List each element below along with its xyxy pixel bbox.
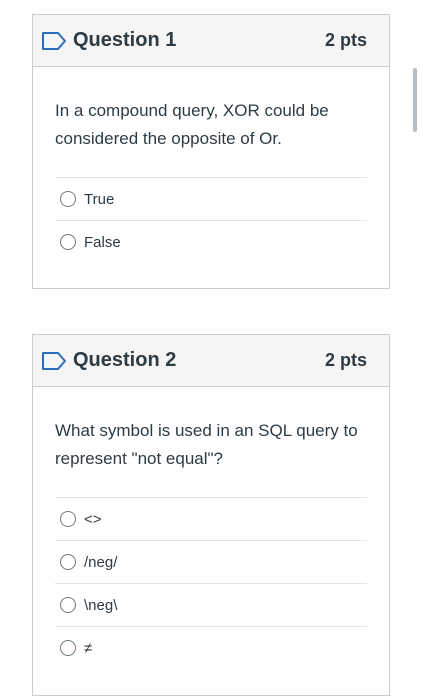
question-points: 2 pts	[324, 30, 367, 50]
answer-option-true[interactable]: True	[55, 177, 367, 220]
answer-option-1[interactable]: <>	[55, 497, 367, 540]
question-header: Question 2 2 pts	[33, 335, 389, 387]
answer-label: \neg\	[84, 596, 118, 614]
radio-unchecked-icon[interactable]	[60, 640, 76, 656]
question-title: Question 1	[73, 29, 177, 51]
question-header: Question 1 2 pts	[33, 15, 389, 67]
answer-label: True	[84, 190, 115, 208]
radio-unchecked-icon[interactable]	[60, 191, 76, 207]
scrollbar-thumb[interactable]	[413, 68, 417, 132]
radio-unchecked-icon[interactable]	[60, 511, 76, 527]
question-title: Question 2	[73, 349, 177, 371]
answer-list: <> /neg/ \neg\ ≠	[55, 497, 367, 669]
radio-unchecked-icon[interactable]	[60, 597, 76, 613]
question-points: 2 pts	[324, 350, 367, 370]
answer-label: ≠	[84, 639, 93, 657]
answer-list: True False	[55, 177, 367, 263]
radio-unchecked-icon[interactable]	[60, 234, 76, 250]
question-card-2: Question 2 2 pts What symbol is used in …	[32, 334, 390, 696]
answer-label: False	[84, 233, 121, 251]
radio-unchecked-icon[interactable]	[60, 554, 76, 570]
question-text: What symbol is used in an SQL query to r…	[55, 421, 358, 468]
bookmark-flag-icon[interactable]	[41, 351, 67, 371]
answer-label: /neg/	[84, 553, 118, 571]
answer-option-3[interactable]: \neg\	[55, 583, 367, 626]
question-card-1: Question 1 2 pts In a compound query, XO…	[32, 14, 390, 289]
answer-option-2[interactable]: /neg/	[55, 540, 367, 583]
question-text: In a compound query, XOR could be consid…	[55, 101, 329, 148]
bookmark-flag-icon[interactable]	[41, 31, 67, 51]
answer-option-false[interactable]: False	[55, 220, 367, 263]
answer-option-4[interactable]: ≠	[55, 626, 367, 669]
quiz-page: Question 1 2 pts In a compound query, XO…	[0, 0, 423, 700]
answer-label: <>	[84, 510, 102, 528]
